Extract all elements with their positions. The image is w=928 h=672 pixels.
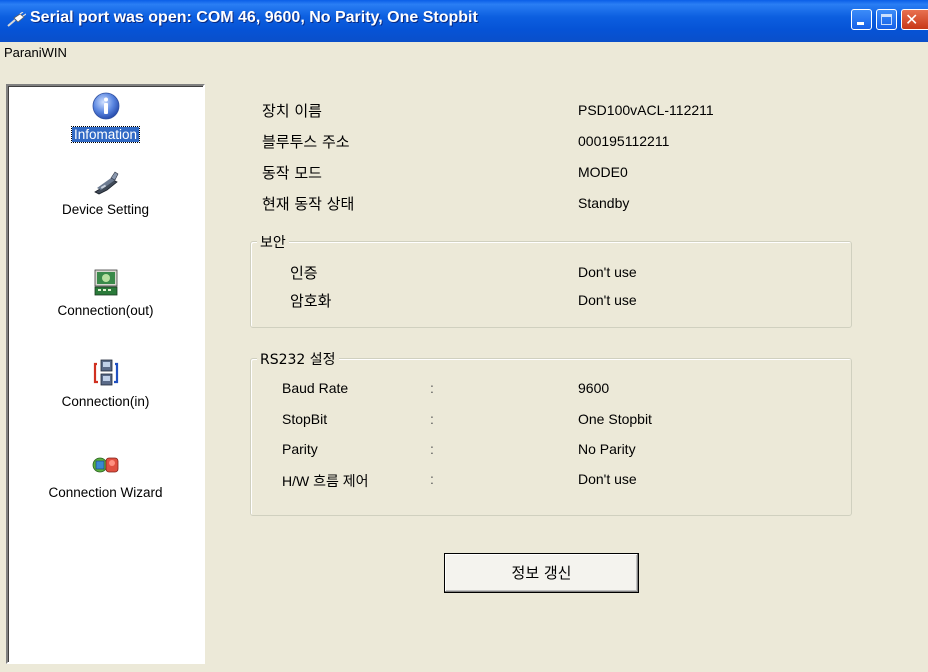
connection-in-icon	[93, 359, 119, 386]
baud-rate-label: Baud Rate	[282, 380, 349, 396]
window-title: Serial port was open: COM 46, 9600, No P…	[30, 9, 478, 26]
plug-icon	[7, 12, 26, 27]
sidebar-item-connection-wizard[interactable]: Connection Wizard	[8, 449, 203, 525]
sidebar-item-label: Connection(in)	[61, 394, 150, 409]
flow-control-label: H/W 흐름 제어	[282, 473, 369, 489]
sidebar: Infomation Device Setting Connection(out…	[6, 84, 205, 664]
bt-address-label: 블루투스 주소	[262, 133, 350, 151]
refresh-info-button[interactable]: 정보 갱신	[444, 553, 639, 593]
status-label: 현재 동작 상태	[262, 195, 355, 213]
sidebar-item-information[interactable]: Infomation	[8, 91, 203, 167]
device-name-value: PSD100vACL-112211	[578, 102, 714, 118]
stopbit-value: One Stopbit	[578, 411, 652, 427]
app-window: Serial port was open: COM 46, 9600, No P…	[0, 0, 928, 672]
sidebar-item-label: Device Setting	[61, 202, 150, 217]
minimize-icon	[857, 22, 864, 25]
device-icon	[94, 171, 119, 195]
auth-label: 인증	[290, 264, 318, 282]
colon: :	[430, 471, 434, 487]
device-name-label: 장치 이름	[262, 102, 322, 120]
sidebar-item-label: Connection(out)	[57, 303, 154, 318]
security-group-title: 보안	[257, 232, 289, 252]
menu-paraniwin[interactable]: ParaniWIN	[4, 45, 67, 60]
maximize-button[interactable]	[876, 9, 897, 30]
encrypt-label: 암호화	[290, 292, 332, 310]
encrypt-value: Don't use	[578, 292, 637, 308]
close-icon: ✕	[905, 10, 919, 29]
parity-value: No Parity	[578, 441, 636, 457]
rs232-group-title: RS232 설정	[257, 349, 339, 369]
colon: :	[430, 411, 434, 427]
mode-value: MODE0	[578, 164, 628, 180]
sidebar-item-label: Connection Wizard	[48, 485, 163, 500]
parity-label: Parity	[282, 441, 318, 457]
menu-bar: ParaniWIN	[0, 42, 928, 64]
colon: :	[430, 380, 434, 396]
sidebar-item-device-setting[interactable]: Device Setting	[8, 166, 203, 242]
minimize-button[interactable]	[851, 9, 872, 30]
sidebar-item-connection-in[interactable]: Connection(in)	[8, 358, 203, 434]
mode-label: 동작 모드	[262, 164, 322, 182]
auth-value: Don't use	[578, 264, 637, 280]
colon: :	[430, 441, 434, 457]
close-button[interactable]: ✕	[901, 9, 928, 30]
title-bar[interactable]: Serial port was open: COM 46, 9600, No P…	[0, 0, 928, 42]
sidebar-item-label: Infomation	[70, 126, 141, 143]
flow-control-value: Don't use	[578, 471, 637, 487]
stopbit-label: StopBit	[282, 411, 328, 427]
status-value: Standby	[578, 195, 630, 211]
sidebar-item-connection-out[interactable]: Connection(out)	[8, 267, 203, 343]
security-group	[250, 241, 852, 328]
connection-out-icon	[94, 269, 118, 296]
maximize-icon	[881, 14, 892, 25]
info-icon	[92, 92, 120, 120]
bt-address-value: 000195112211	[578, 133, 670, 149]
baud-rate-value: 9600	[578, 380, 610, 396]
wizard-icon	[92, 457, 119, 473]
